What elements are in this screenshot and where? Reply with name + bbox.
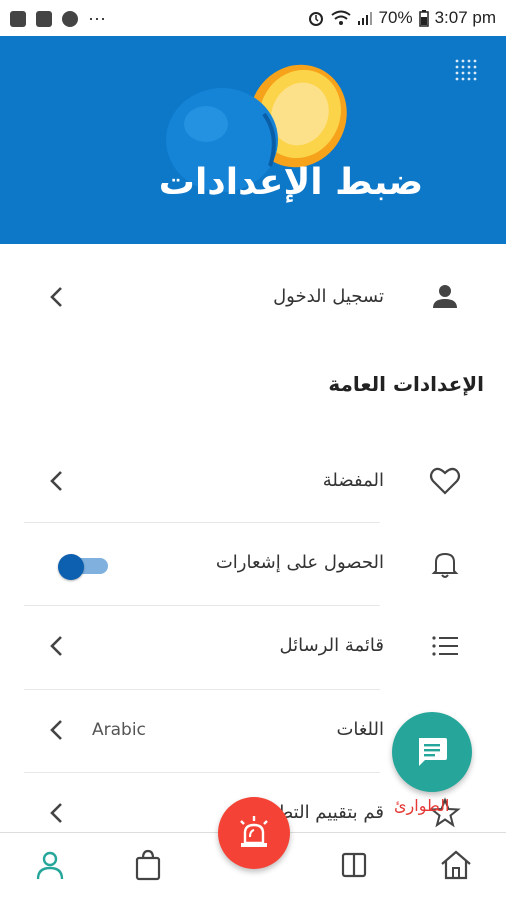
heart-icon <box>429 467 461 495</box>
toggle-thumb <box>58 554 84 580</box>
emergency-fab-button[interactable] <box>218 797 290 869</box>
status-right: 70% 3:07 pm <box>307 8 496 28</box>
chat-icon <box>419 738 447 766</box>
emergency-label: الطوارئ <box>394 796 450 815</box>
battery-percent: 70% <box>378 8 413 27</box>
status-bar: ··· 70% 3:07 pm <box>0 0 506 36</box>
signal-icon <box>357 12 372 25</box>
book-nav-icon[interactable] <box>336 847 372 883</box>
battery-icon <box>418 10 429 27</box>
clock: 3:07 pm <box>434 8 496 27</box>
chevron-left-icon <box>50 287 62 307</box>
siren-icon <box>240 816 268 847</box>
language-value: Arabic <box>92 720 146 740</box>
orange-illustration <box>166 64 347 192</box>
general-settings-title: الإعدادات العامة <box>328 372 484 396</box>
dots-pattern-icon <box>455 59 477 81</box>
more-notifications-icon: ··· <box>88 8 106 28</box>
wifi-icon <box>330 10 351 25</box>
messages-row[interactable]: قائمة الرسائل <box>0 605 506 687</box>
list-icon <box>432 636 458 656</box>
chevron-left-icon <box>50 471 62 491</box>
messages-label: قائمة الرسائل <box>279 635 384 656</box>
favorites-row[interactable]: المفضلة <box>0 440 506 522</box>
chat-fab-button[interactable] <box>392 712 472 792</box>
shopping-bag-nav-icon[interactable] <box>130 847 166 883</box>
image-notification-icon <box>10 10 26 27</box>
home-nav-icon[interactable] <box>438 847 474 883</box>
status-left-icons: ··· <box>10 8 106 29</box>
header-banner: ضبط الإعدادات <box>0 36 506 244</box>
chevron-left-icon <box>50 720 62 740</box>
app-notification-icon <box>62 10 78 27</box>
chevron-left-icon <box>50 803 62 823</box>
page-title: ضبط الإعدادات <box>158 162 424 203</box>
bell-icon <box>431 552 459 578</box>
notifications-label: الحصول على إشعارات <box>215 552 384 573</box>
languages-label: اللغات <box>336 719 384 740</box>
mail-notification-icon <box>36 10 52 27</box>
login-label: تسجيل الدخول <box>273 286 384 307</box>
profile-nav-icon[interactable] <box>32 847 68 883</box>
login-row[interactable]: تسجيل الدخول <box>0 256 506 338</box>
favorites-label: المفضلة <box>322 470 384 491</box>
notifications-row: الحصول على إشعارات <box>0 522 506 604</box>
notifications-toggle[interactable] <box>58 554 110 580</box>
person-icon <box>433 285 457 308</box>
chevron-left-icon <box>50 636 62 656</box>
alarm-icon <box>308 12 323 26</box>
